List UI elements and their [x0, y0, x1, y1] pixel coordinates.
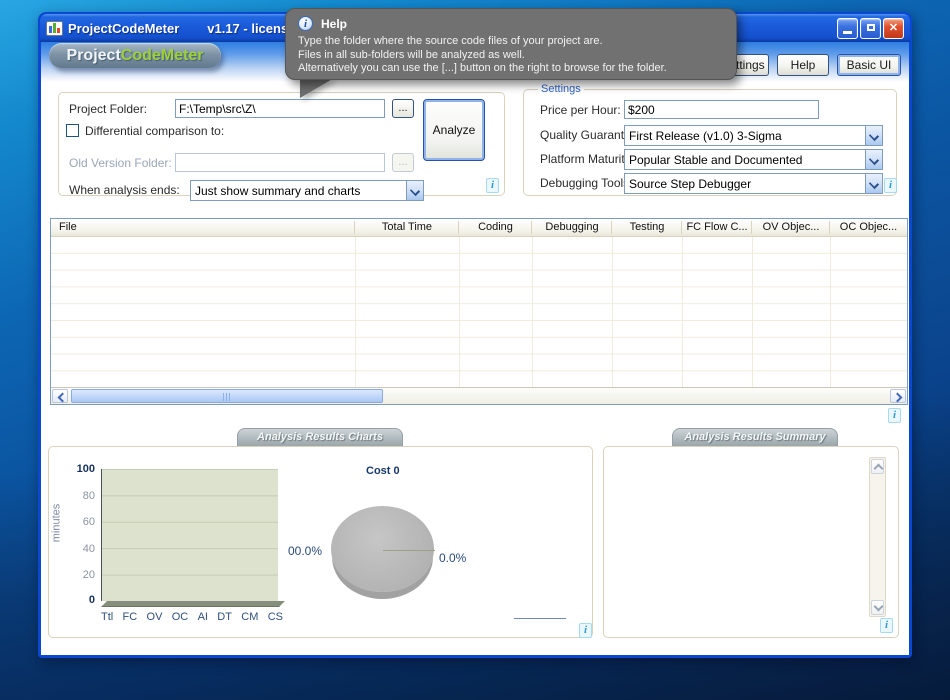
browse-project-folder-button[interactable]: ... — [392, 99, 414, 118]
differential-checkbox[interactable] — [66, 124, 79, 137]
scroll-right-icon[interactable] — [890, 389, 906, 403]
app-logo: ProjectCodeMeter — [49, 43, 221, 68]
window-title-version: v1.17 - licens — [207, 21, 288, 36]
pie-pointer-line — [383, 550, 435, 551]
when-ends-combobox[interactable]: Just show summary and charts — [190, 180, 424, 201]
browse-old-version-button: ... — [392, 153, 414, 172]
settings-info-icon[interactable]: i — [884, 178, 897, 193]
column-header-coding[interactable]: Coding — [459, 219, 532, 236]
info-icon: i — [298, 16, 313, 31]
debugging-tools-label: Debugging Tools: — [540, 176, 633, 190]
ytick-40: 40 — [49, 543, 95, 555]
ytick-0: 0 — [49, 594, 95, 606]
vertical-scrollbar[interactable] — [869, 457, 886, 617]
column-header-oc-objec[interactable]: OC Objec... — [830, 219, 907, 236]
window-content: ProjectCodeMeter Settings Help Basic UI … — [41, 42, 909, 655]
when-ends-label: When analysis ends: — [69, 183, 180, 197]
horizontal-scrollbar[interactable] — [51, 387, 907, 404]
summary-info-icon[interactable]: i — [880, 618, 893, 633]
app-icon — [46, 21, 63, 36]
pie-chart — [331, 506, 434, 592]
tooltip-line: Alternatively you can use the [...] butt… — [298, 62, 724, 76]
column-header-testing[interactable]: Testing — [612, 219, 682, 236]
minimize-button[interactable] — [837, 18, 858, 39]
price-per-hour-label: Price per Hour: — [540, 103, 621, 117]
charts-panel: minutes 100 80 60 40 20 0 Ttl FC OV OC A… — [48, 446, 593, 638]
summary-text — [612, 455, 864, 629]
chevron-down-icon[interactable] — [865, 174, 882, 193]
tooltip-pointer — [300, 78, 334, 98]
column-header-debugging[interactable]: Debugging — [532, 219, 612, 236]
table-body[interactable] — [51, 237, 907, 388]
maximize-icon — [867, 24, 875, 31]
tooltip-title: Help — [321, 17, 347, 31]
window-title: ProjectCodeMeter — [68, 21, 179, 36]
tooltip-line: Type the folder where the source code fi… — [298, 35, 724, 49]
desktop: { "window": { "title": "ProjectCodeMeter… — [0, 0, 950, 700]
debugging-tools-value: Source Step Debugger — [625, 177, 865, 191]
scroll-left-icon[interactable] — [52, 389, 68, 403]
bar-chart-plot-area — [101, 469, 278, 601]
price-per-hour-input[interactable] — [624, 100, 819, 119]
platform-maturity-value: Popular Stable and Documented — [625, 153, 865, 167]
results-table[interactable]: File Total Time Coding Debugging Testing… — [50, 218, 908, 405]
project-folder-label: Project Folder: — [69, 102, 147, 116]
platform-maturity-label: Platform Maturity: — [540, 152, 634, 166]
scroll-down-icon[interactable] — [871, 600, 884, 615]
old-version-folder-input — [175, 153, 385, 172]
old-version-folder-label: Old Version Folder: — [69, 156, 172, 170]
ytick-60: 60 — [49, 516, 95, 528]
table-info-icon[interactable]: i — [888, 408, 901, 423]
pie-chart-title: Cost 0 — [366, 465, 400, 477]
tab-analysis-results-summary[interactable]: Analysis Results Summary — [672, 428, 838, 446]
differential-label[interactable]: Differential comparison to: — [85, 124, 224, 138]
quality-guarantee-value: First Release (v1.0) 3-Sigma — [625, 129, 865, 143]
close-icon: ✕ — [889, 22, 898, 34]
summary-panel: i — [603, 446, 899, 638]
maximize-button[interactable] — [860, 18, 881, 39]
minimize-icon — [843, 31, 852, 34]
scrollbar-thumb[interactable] — [71, 389, 383, 403]
form-info-icon[interactable]: i — [486, 178, 499, 193]
analyze-button[interactable]: Analyze — [423, 99, 485, 161]
help-button[interactable]: Help — [777, 54, 829, 76]
column-header-total-time[interactable]: Total Time — [355, 219, 459, 236]
ytick-20: 20 — [49, 569, 95, 581]
column-header-fc-flow[interactable]: FC Flow C... — [682, 219, 752, 236]
close-button[interactable]: ✕ — [883, 18, 904, 39]
ytick-80: 80 — [49, 490, 95, 502]
app-window: ProjectCodeMeter v1.17 - licens ✕ Projec… — [38, 12, 912, 658]
when-ends-value: Just show summary and charts — [191, 184, 406, 198]
basic-ui-button[interactable]: Basic UI — [837, 54, 901, 76]
project-folder-input[interactable] — [175, 99, 385, 118]
legend-divider — [514, 618, 566, 619]
chevron-down-icon[interactable] — [406, 181, 423, 200]
scroll-up-icon[interactable] — [871, 459, 884, 474]
project-groupbox: Project Folder: ... Differential compari… — [58, 92, 505, 196]
chevron-down-icon[interactable] — [865, 150, 882, 169]
settings-groupbox: Settings Price per Hour: Quality Guarant… — [523, 89, 897, 196]
column-header-file[interactable]: File — [51, 219, 355, 236]
column-header-ov-objec[interactable]: OV Objec... — [752, 219, 830, 236]
settings-group-label: Settings — [538, 83, 584, 95]
bar-chart-base — [101, 601, 285, 607]
ytick-100: 100 — [49, 463, 95, 475]
tab-analysis-results-charts[interactable]: Analysis Results Charts — [237, 428, 403, 446]
bar-chart-xlabels: Ttl FC OV OC AI DT CM CS — [101, 611, 283, 623]
debugging-tools-combobox[interactable]: Source Step Debugger — [624, 173, 883, 194]
platform-maturity-combobox[interactable]: Popular Stable and Documented — [624, 149, 883, 170]
tooltip-line: Files in all sub-folders will be analyze… — [298, 49, 724, 63]
quality-guarantee-combobox[interactable]: First Release (v1.0) 3-Sigma — [624, 125, 883, 146]
help-tooltip: i Help Type the folder where the source … — [285, 8, 737, 80]
pie-label-right: 0.0% — [439, 551, 466, 565]
table-header: File Total Time Coding Debugging Testing… — [51, 219, 907, 237]
chevron-down-icon[interactable] — [865, 126, 882, 145]
charts-info-icon[interactable]: i — [579, 623, 592, 638]
pie-label-left: 00.0% — [288, 544, 322, 558]
